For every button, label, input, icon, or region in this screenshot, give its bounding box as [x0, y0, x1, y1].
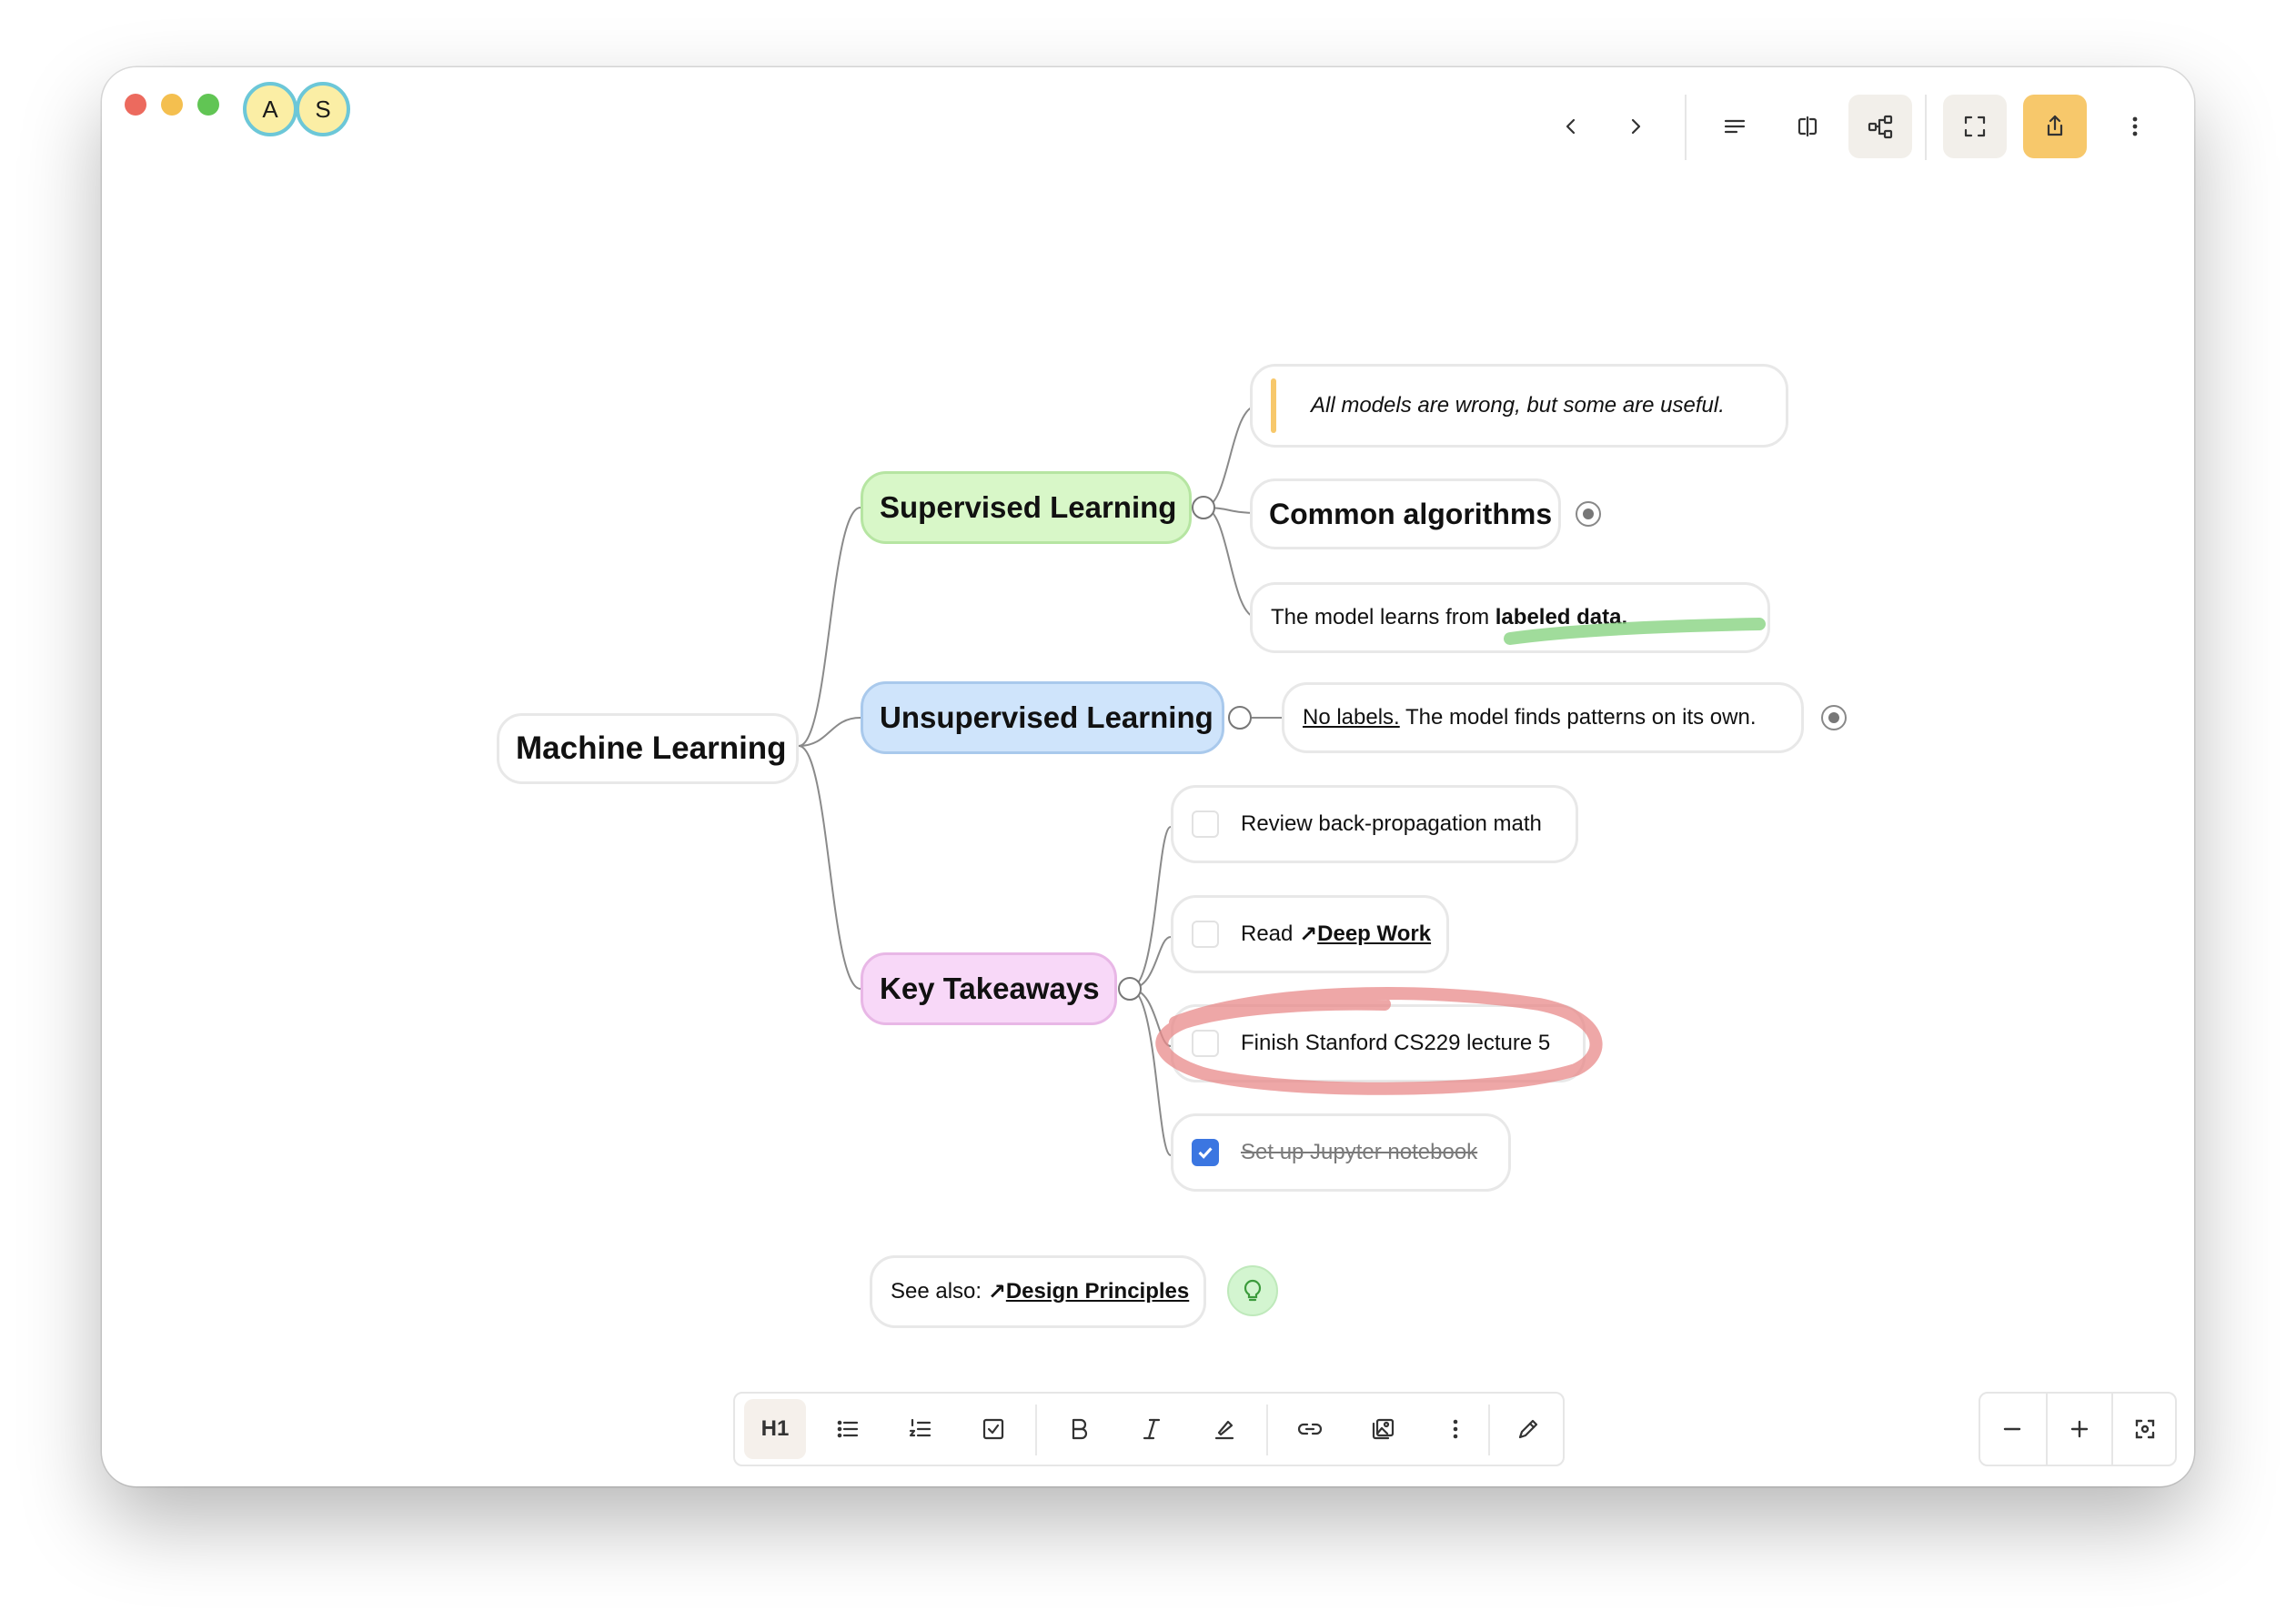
task-checkbox[interactable] [1192, 1030, 1219, 1057]
mind-map-canvas[interactable]: Machine Learning Supervised Learning All… [102, 67, 2194, 1486]
node-unsupervised-description[interactable]: No labels. The model finds patterns on i… [1282, 682, 1804, 753]
arrow-up-right-icon: ↗ [1299, 921, 1318, 947]
quote-text: All models are wrong, but some are usefu… [1311, 393, 1725, 418]
quote-node[interactable]: All models are wrong, but some are usefu… [1250, 364, 1788, 448]
collapse-toggle[interactable] [1228, 706, 1252, 730]
link-button[interactable] [1279, 1399, 1341, 1459]
node-common-algorithms[interactable]: Common algorithms [1250, 478, 1561, 549]
app-window: A S Machine Learning Supervised Learning… [102, 67, 2194, 1486]
more-vertical-icon [1453, 1419, 1458, 1439]
zoom-controls [1979, 1392, 2177, 1466]
task-label: Set up Jupyter notebook [1241, 1140, 1478, 1164]
node-label: Common algorithms [1269, 497, 1553, 530]
task-checkbox[interactable] [1192, 921, 1219, 948]
format-toolbar: H1 [733, 1392, 1565, 1466]
collapse-toggle[interactable] [1192, 496, 1215, 519]
link-icon [1297, 1423, 1323, 1435]
topic-node-label: Unsupervised Learning [880, 700, 1213, 734]
root-node[interactable]: Machine Learning [497, 713, 799, 784]
root-node-label: Machine Learning [516, 730, 787, 766]
node-label: The model finds patterns on its own. [1399, 705, 1757, 730]
bold-text: labeled data. [1495, 605, 1628, 629]
more-formatting-button[interactable] [1425, 1399, 1486, 1459]
toolbar-divider [1266, 1405, 1268, 1455]
fit-to-screen-button[interactable] [2113, 1399, 2177, 1459]
task-item[interactable]: Finish Stanford CS229 lecture 5 [1171, 1004, 1586, 1082]
see-also-node[interactable]: See also: ↗ Design Principles [870, 1255, 1206, 1328]
collapse-toggle[interactable] [1118, 977, 1142, 1001]
numbered-list-icon [909, 1418, 931, 1437]
task-item[interactable]: Review back-propagation math [1171, 785, 1578, 863]
lightbulb-icon [1244, 1279, 1262, 1302]
see-also-label: See also: [891, 1279, 988, 1304]
insert-image-button[interactable] [1352, 1399, 1414, 1459]
task-checkbox[interactable] [1192, 1139, 1219, 1166]
radio-target-icon[interactable] [1821, 705, 1847, 730]
plus-icon [2070, 1420, 2089, 1438]
bullet-list-icon [837, 1420, 859, 1438]
focus-icon [2135, 1419, 2155, 1439]
task-item[interactable]: Read ↗ Deep Work [1171, 895, 1449, 973]
image-gallery-icon [1372, 1418, 1395, 1440]
toolbar-divider [1035, 1405, 1037, 1455]
node-label: The model learns from [1271, 605, 1495, 629]
topic-node-unsupervised[interactable]: Unsupervised Learning [861, 681, 1224, 754]
link-text[interactable]: No labels. [1303, 705, 1400, 730]
topic-node-label: Key Takeaways [880, 972, 1100, 1005]
task-label: Read [1241, 921, 1300, 946]
highlighter-icon [1214, 1420, 1234, 1440]
minus-icon [2003, 1427, 2021, 1431]
node-supervised-description[interactable]: The model learns from labeled data. [1250, 582, 1770, 653]
task-label: Review back-propagation math [1241, 811, 1542, 836]
task-label: Finish Stanford CS229 lecture 5 [1241, 1031, 1551, 1055]
heading-button[interactable]: H1 [744, 1399, 806, 1459]
topic-node-supervised[interactable]: Supervised Learning [861, 471, 1192, 544]
zoom-out-button[interactable] [1980, 1399, 2044, 1459]
pencil-icon [1518, 1419, 1538, 1439]
topic-node-takeaways[interactable]: Key Takeaways [861, 952, 1117, 1025]
arrow-up-right-icon: ↗ [987, 1279, 1006, 1304]
italic-icon [1143, 1418, 1161, 1440]
task-checkbox[interactable] [1192, 810, 1219, 838]
page-link[interactable]: Deep Work [1317, 921, 1431, 947]
pen-button[interactable] [1497, 1399, 1559, 1459]
checklist-button[interactable] [962, 1399, 1024, 1459]
toolbar-divider [1488, 1405, 1490, 1455]
radio-target-icon[interactable] [1576, 501, 1601, 527]
page-link[interactable]: Design Principles [1006, 1279, 1189, 1304]
bullet-list-button[interactable] [817, 1399, 879, 1459]
task-item[interactable]: Set up Jupyter notebook [1171, 1113, 1511, 1192]
highlight-button[interactable] [1193, 1399, 1255, 1459]
idea-button[interactable] [1227, 1265, 1278, 1316]
numbered-list-button[interactable] [890, 1399, 952, 1459]
italic-button[interactable] [1121, 1399, 1183, 1459]
bold-button[interactable] [1048, 1399, 1110, 1459]
topic-node-label: Supervised Learning [880, 490, 1177, 524]
checkmark-icon [1198, 1147, 1213, 1159]
quote-bar [1271, 378, 1276, 433]
zoom-in-button[interactable] [2048, 1399, 2111, 1459]
checkbox-icon [982, 1418, 1004, 1440]
heading-icon: H1 [760, 1416, 790, 1441]
bold-icon [1072, 1418, 1088, 1440]
